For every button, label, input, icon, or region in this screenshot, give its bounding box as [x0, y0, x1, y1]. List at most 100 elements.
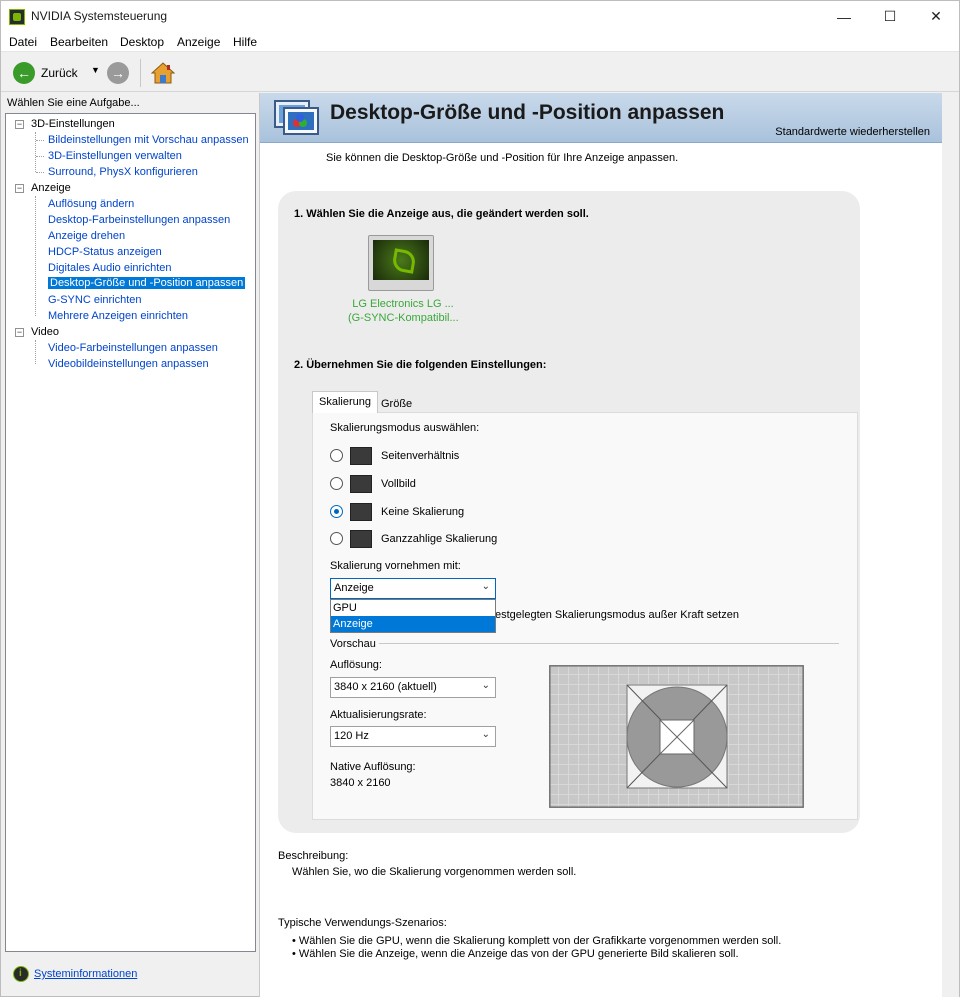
- tree-category-3d[interactable]: 3D-Einstellungen: [31, 118, 115, 130]
- tree-item-anzeige-drehen[interactable]: Anzeige drehen: [48, 230, 125, 242]
- resolution-value: 3840 x 2160 (aktuell): [334, 681, 437, 693]
- usage-label: Typische Verwendungs-Szenarios:: [278, 917, 447, 929]
- chevron-down-icon: ⌄: [481, 581, 490, 592]
- tab-skalierung[interactable]: Skalierung: [312, 391, 378, 413]
- app-window: NVIDIA Systemsteuerung — ☐ ✕ Datei Bearb…: [0, 0, 960, 997]
- window-title: NVIDIA Systemsteuerung: [31, 9, 168, 23]
- tree-category-anzeige[interactable]: Anzeige: [31, 182, 71, 194]
- back-button-label[interactable]: Zurück: [41, 66, 78, 80]
- refresh-rate-select[interactable]: 120 Hz ⌄: [330, 726, 496, 747]
- native-resolution-label: Native Auflösung:: [330, 761, 416, 773]
- usage-item-anzeige: • Wählen Sie die Anzeige, wenn die Anzei…: [292, 948, 739, 960]
- refresh-rate-value: 120 Hz: [334, 730, 369, 742]
- resolution-select[interactable]: 3840 x 2160 (aktuell) ⌄: [330, 677, 496, 698]
- tree-item-gsync[interactable]: G-SYNC einrichten: [48, 294, 142, 306]
- tree-item-audio[interactable]: Digitales Audio einrichten: [48, 262, 172, 274]
- info-icon: [13, 966, 29, 982]
- resolution-label: Auflösung:: [330, 659, 382, 671]
- no-scaling-icon: [350, 503, 372, 521]
- tree-item-desktop-farbe[interactable]: Desktop-Farbeinstellungen anpassen: [48, 214, 230, 226]
- toolbar: ← Zurück ▼ →: [1, 53, 959, 92]
- native-resolution-value: 3840 x 2160: [330, 777, 391, 789]
- nvidia-logo-icon: [9, 9, 25, 25]
- home-icon[interactable]: [151, 61, 175, 85]
- tree-item-aufloesung[interactable]: Auflösung ändern: [48, 198, 134, 210]
- mode-seitenverhaeltnis-label[interactable]: Seitenverhältnis: [381, 450, 459, 462]
- chevron-down-icon: ⌄: [481, 729, 490, 740]
- collapse-icon[interactable]: −: [15, 120, 24, 129]
- tree-item-mehrere-anzeigen[interactable]: Mehrere Anzeigen einrichten: [48, 310, 188, 322]
- tree-category-video[interactable]: Video: [31, 326, 59, 338]
- perform-on-label: Skalierung vornehmen mit:: [330, 560, 461, 572]
- mode-ganzzahlig-label[interactable]: Ganzzahlige Skalierung: [381, 533, 497, 545]
- back-dropdown-icon[interactable]: ▼: [91, 65, 100, 75]
- monitor-label-line1[interactable]: LG Electronics LG ...: [348, 298, 458, 310]
- tree-item-videobild[interactable]: Videobildeinstellungen anpassen: [48, 358, 209, 370]
- menu-anzeige[interactable]: Anzeige: [177, 35, 220, 49]
- override-checkbox-label[interactable]: estgelegten Skalierungsmodus außer Kraft…: [495, 609, 739, 621]
- description-label: Beschreibung:: [278, 850, 349, 862]
- tree-line: [35, 196, 36, 316]
- toolbar-separator: [140, 59, 141, 87]
- scaling-mode-label: Skalierungsmodus auswählen:: [330, 422, 480, 434]
- system-info-label[interactable]: Systeminformationen: [34, 968, 137, 980]
- menu-hilfe[interactable]: Hilfe: [233, 35, 257, 49]
- task-tree: − 3D-Einstellungen Bildeinstellungen mit…: [5, 113, 256, 952]
- intro-text: Sie können die Desktop-Größe und -Positi…: [326, 152, 679, 164]
- collapse-icon[interactable]: −: [15, 184, 24, 193]
- mode-keine-skalierung-label[interactable]: Keine Skalierung: [381, 506, 464, 518]
- tree-line: [35, 132, 36, 172]
- perform-on-value: Anzeige: [334, 582, 374, 594]
- preview-label: Vorschau: [330, 638, 376, 650]
- tree-line: [35, 340, 36, 364]
- usage-item-gpu: • Wählen Sie die GPU, wenn die Skalierun…: [292, 935, 782, 947]
- refresh-rate-label: Aktualisierungsrate:: [330, 709, 427, 721]
- tree-line: [36, 156, 44, 157]
- dropdown-option-gpu[interactable]: GPU: [331, 600, 495, 616]
- collapse-icon[interactable]: −: [15, 328, 24, 337]
- monitor-icon[interactable]: [368, 235, 434, 291]
- tree-item-hdcp[interactable]: HDCP-Status anzeigen: [48, 246, 162, 258]
- tab-groesse[interactable]: Größe: [374, 393, 419, 413]
- radio-keine-skalierung[interactable]: [330, 505, 343, 518]
- close-button[interactable]: ✕: [913, 1, 959, 32]
- back-arrow-icon[interactable]: ←: [13, 62, 35, 84]
- aspect-ratio-icon: [350, 447, 372, 465]
- restore-defaults-link[interactable]: Standardwerte wiederherstellen: [775, 126, 930, 138]
- page-title: Desktop-Größe und -Position anpassen: [330, 101, 725, 124]
- menu-bearbeiten[interactable]: Bearbeiten: [50, 35, 108, 49]
- chevron-down-icon: ⌄: [481, 680, 490, 691]
- integer-scaling-icon: [350, 530, 372, 548]
- tree-line: [36, 172, 44, 173]
- fullscreen-icon: [350, 475, 372, 493]
- radio-seitenverhaeltnis[interactable]: [330, 449, 343, 462]
- group-divider: [379, 643, 839, 644]
- tree-line: [36, 140, 44, 141]
- step1-heading: 1. Wählen Sie die Anzeige aus, die geänd…: [294, 208, 589, 220]
- tree-item-bildeinstellungen[interactable]: Bildeinstellungen mit Vorschau anpassen: [48, 134, 249, 146]
- menu-bar: Datei Bearbeiten Desktop Anzeige Hilfe: [1, 32, 959, 52]
- tree-item-3d-verwalten[interactable]: 3D-Einstellungen verwalten: [48, 150, 182, 162]
- page-header: Desktop-Größe und -Position anpassen Sta…: [260, 93, 942, 143]
- vertical-scrollbar[interactable]: [942, 93, 959, 997]
- menu-desktop[interactable]: Desktop: [120, 35, 164, 49]
- task-label: Wählen Sie eine Aufgabe...: [7, 97, 140, 109]
- dropdown-option-anzeige[interactable]: Anzeige: [331, 616, 495, 632]
- radio-ganzzahlige-skalierung[interactable]: [330, 532, 343, 545]
- tree-item-desktop-groesse[interactable]: Desktop-Größe und -Position anpassen: [48, 277, 246, 289]
- tree-item-video-farbe[interactable]: Video-Farbeinstellungen anpassen: [48, 342, 218, 354]
- minimize-button[interactable]: —: [821, 1, 867, 32]
- perform-on-select[interactable]: Anzeige ⌄: [330, 578, 496, 599]
- description-text: Wählen Sie, wo die Skalierung vorgenomme…: [292, 866, 577, 878]
- mode-vollbild-label[interactable]: Vollbild: [381, 478, 416, 490]
- perform-on-dropdown: GPU Anzeige: [330, 599, 496, 633]
- title-bar: NVIDIA Systemsteuerung — ☐ ✕: [1, 1, 959, 32]
- forward-arrow-icon[interactable]: →: [107, 62, 129, 84]
- monitor-label-line2[interactable]: (G-SYNC-Kompatibil...: [348, 312, 459, 324]
- radio-vollbild[interactable]: [330, 477, 343, 490]
- tree-item-surround[interactable]: Surround, PhysX konfigurieren: [48, 166, 198, 178]
- step2-heading: 2. Übernehmen Sie die folgenden Einstell…: [294, 359, 547, 371]
- maximize-button[interactable]: ☐: [867, 1, 913, 32]
- menu-datei[interactable]: Datei: [9, 35, 37, 49]
- monitor-screen: [373, 240, 429, 280]
